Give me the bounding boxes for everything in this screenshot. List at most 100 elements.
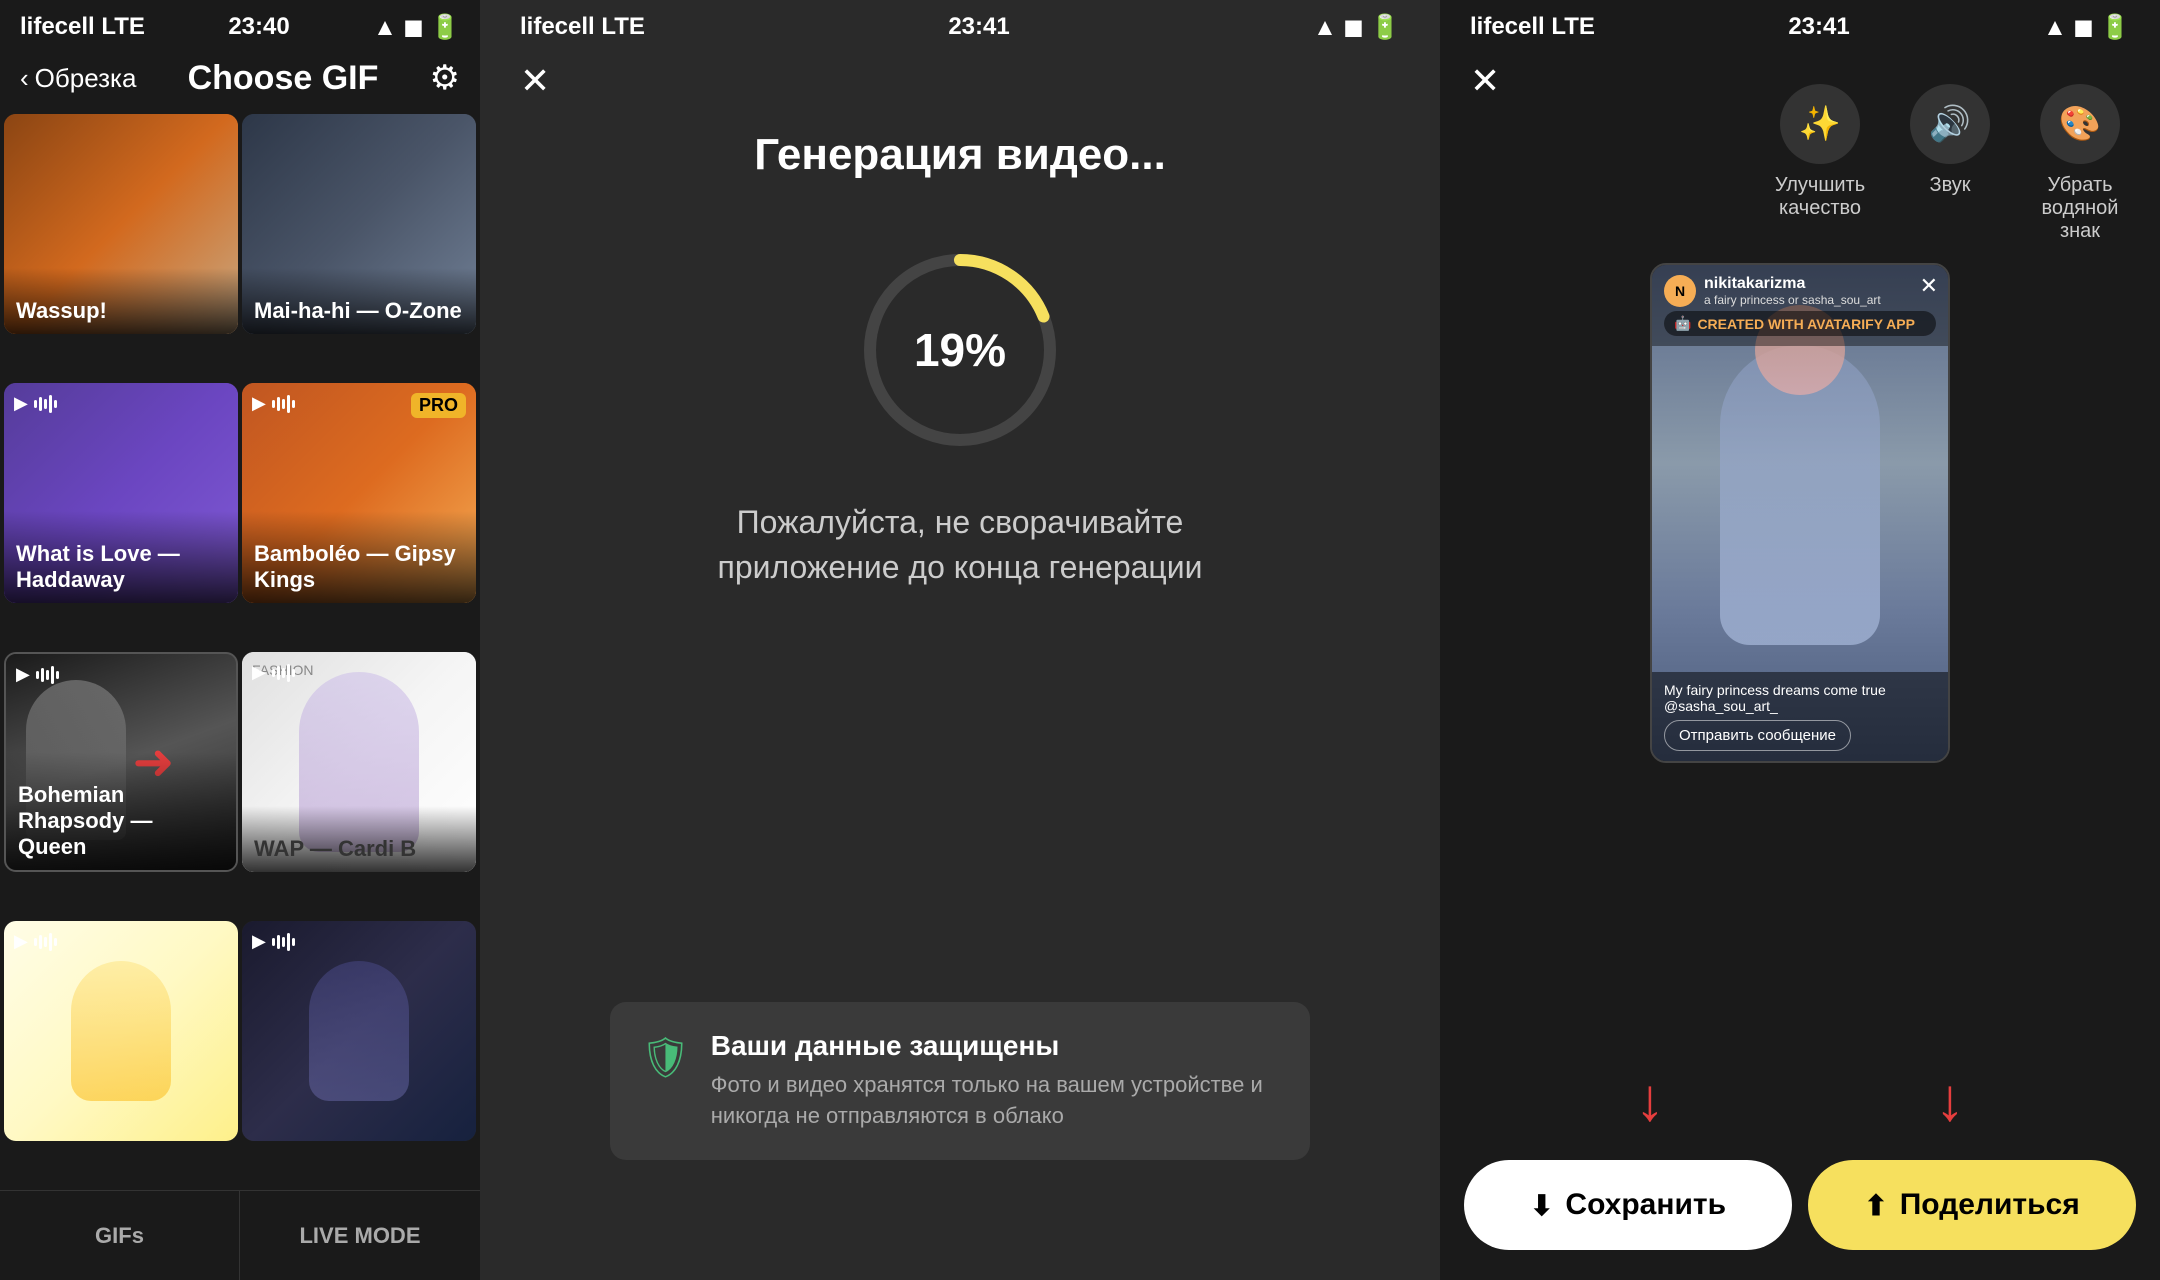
play-icon-6: ▶	[252, 931, 266, 952]
gif-item-live[interactable]: ▶	[242, 921, 476, 1141]
pro-badge: PRO	[411, 393, 466, 418]
play-icon-2: ▶	[252, 393, 266, 414]
gif-label-bohemian: Bohemian Rhapsody — Queen	[6, 752, 236, 870]
gif-item-maihahi[interactable]: Mai-ha-hi — O-Zone	[242, 114, 476, 334]
video-preview-area: N nikitakarizma a fairy princess or sash…	[1440, 253, 2160, 1055]
panel-share: lifecell LTE 23:41 ▲ ◼ 🔋 ✕ ✨ Улучшить ка…	[1440, 0, 2160, 1280]
video-card: N nikitakarizma a fairy princess or sash…	[1650, 263, 1950, 763]
save-button[interactable]: ⬇ Сохранить	[1464, 1160, 1792, 1250]
chevron-left-icon: ‹	[20, 63, 29, 94]
waveform-3	[36, 666, 59, 684]
security-body: Фото и видео хранятся только на вашем ус…	[711, 1070, 1280, 1132]
security-card: 🛡 Ваши данные защищены Фото и видео хран…	[610, 1002, 1310, 1160]
panel-generation: lifecell LTE 23:41 ▲ ◼ 🔋 ✕ Генерация вид…	[480, 0, 1440, 1280]
gif-label-bamboleo: Bamboléo — Gipsy Kings	[242, 511, 476, 603]
gif-item-bamboleo[interactable]: ▶ PRO Bamboléo — Gipsy Kings	[242, 383, 476, 603]
gif-item-gifs[interactable]: ▶	[4, 921, 238, 1141]
play-icon-4: ▶	[252, 662, 266, 683]
enhance-icon: ✨	[1780, 84, 1860, 164]
sound-label: Звук	[1929, 174, 1970, 197]
status-bar-1: lifecell LTE 23:40 ▲ ◼ 🔋	[0, 0, 480, 50]
back-button[interactable]: ‹ Обрезка	[20, 63, 136, 94]
page-title: Choose GIF	[188, 59, 379, 98]
waveform-4	[272, 664, 295, 682]
action-enhance[interactable]: ✨ Улучшить качество	[1770, 84, 1870, 243]
play-icon: ▶	[14, 393, 28, 414]
watermark-icon: 🎨	[2040, 84, 2120, 164]
waveform	[34, 395, 57, 413]
tab-gifs[interactable]: GIFs	[0, 1191, 240, 1280]
time-2: 23:41	[948, 13, 1009, 41]
watermark-label: Убрать водяной знак	[2030, 174, 2130, 243]
red-arrows: ↓ ↓	[1440, 1055, 2160, 1144]
security-title: Ваши данные защищены	[711, 1030, 1280, 1062]
play-bar-live: ▶	[252, 931, 295, 952]
user-info: N nikitakarizma a fairy princess or sash…	[1664, 275, 1936, 307]
status-bar-2: lifecell LTE 23:41 ▲ ◼ 🔋	[480, 0, 1440, 50]
send-message-button[interactable]: Отправить сообщение	[1664, 720, 1851, 751]
video-close-icon: ✕	[1920, 273, 1938, 299]
action-sound[interactable]: 🔊 Звук	[1910, 84, 1990, 243]
gif-label-whatlove: What is Love — Haddaway	[4, 511, 238, 603]
arrow-down-left: ↓	[1635, 1065, 1665, 1134]
play-bar-gifs: ▶	[14, 931, 57, 952]
save-label: Сохранить	[1565, 1188, 1726, 1222]
tab-live-mode[interactable]: LIVE MODE	[240, 1191, 480, 1280]
play-bar-wap: ▶	[252, 662, 295, 683]
waveform-2	[272, 395, 295, 413]
bottom-actions: ⬇ Сохранить ⬆ Поделиться	[1440, 1144, 2160, 1280]
panel-choose-gif: lifecell LTE 23:40 ▲ ◼ 🔋 ‹ Обрезка Choos…	[0, 0, 480, 1280]
gif-label-wassup: Wassup!	[4, 268, 238, 334]
back-label: Обрезка	[35, 63, 137, 94]
progress-percent: 19%	[914, 323, 1006, 377]
carrier-3: lifecell LTE	[1470, 13, 1595, 41]
status-bar-3: lifecell LTE 23:41 ▲ ◼ 🔋	[1440, 0, 2160, 50]
waveform-5	[34, 933, 57, 951]
gif-item-bohemian[interactable]: ▶ ➜ Bohemian Rhapsody — Queen	[4, 652, 238, 872]
generation-subtitle: Пожалуйста, не сворачивайте приложение д…	[717, 500, 1202, 590]
play-bar-bohemian: ▶	[16, 664, 59, 685]
play-icon-3: ▶	[16, 664, 30, 685]
close-button[interactable]: ✕	[520, 60, 550, 102]
gif-item-whatlove[interactable]: ▶ What is Love — Haddaway	[4, 383, 238, 603]
gif-item-wap[interactable]: FASHION ▶ WAP — Cardi B	[242, 652, 476, 872]
battery-icons-2: ▲ ◼ 🔋	[1313, 13, 1400, 42]
gif-grid: Wassup! Mai-ha-hi — O-Zone ▶ What is Lov…	[0, 110, 480, 1190]
battery-icons-3: ▲ ◼ 🔋	[2043, 13, 2130, 42]
battery-icons-1: ▲ ◼ 🔋	[373, 13, 460, 42]
shield-icon: 🛡	[640, 1034, 691, 1081]
save-icon: ⬇	[1530, 1189, 1553, 1222]
avatarify-badge: 🤖 CREATED WITH AVATARIFY APP	[1664, 311, 1936, 336]
close-button-3[interactable]: ✕	[1470, 60, 1500, 102]
play-icon-5: ▶	[14, 931, 28, 952]
gif-label-maihahi: Mai-ha-hi — O-Zone	[242, 268, 476, 334]
gif-label-wap: WAP — Cardi B	[242, 806, 476, 872]
time-1: 23:40	[228, 13, 289, 41]
enhance-label: Улучшить качество	[1770, 174, 1870, 220]
carrier-1: lifecell LTE	[20, 13, 145, 41]
nav-bar-1: ‹ Обрезка Choose GIF ⚙	[0, 50, 480, 110]
time-3: 23:41	[1788, 13, 1849, 41]
username: nikitakarizma a fairy princess or sasha_…	[1704, 275, 1881, 307]
gear-icon[interactable]: ⚙	[430, 58, 460, 98]
bottom-tabs: GIFs LIVE MODE	[0, 1190, 480, 1280]
action-watermark[interactable]: 🎨 Убрать водяной знак	[2030, 84, 2130, 243]
gif-item-wassup[interactable]: Wassup!	[4, 114, 238, 334]
sub-text: a fairy princess or sasha_sou_art	[1704, 293, 1881, 307]
avatar: N	[1664, 275, 1696, 307]
play-bar-whatlove: ▶	[14, 393, 57, 414]
carrier-2: lifecell LTE	[520, 13, 645, 41]
share-button[interactable]: ⬆ Поделиться	[1808, 1160, 2136, 1250]
video-header: N nikitakarizma a fairy princess or sash…	[1652, 265, 1948, 346]
action-icons-row: ✨ Улучшить качество 🔊 Звук 🎨 Убрать водя…	[1440, 64, 2160, 253]
video-footer: My fairy princess dreams come true @sash…	[1652, 672, 1948, 761]
waveform-6	[272, 933, 295, 951]
share-icon: ⬆	[1864, 1189, 1887, 1222]
generation-title: Генерация видео...	[754, 130, 1166, 180]
arrow-down-right: ↓	[1935, 1065, 1965, 1134]
progress-circle-container: 19%	[850, 240, 1070, 460]
share-label: Поделиться	[1900, 1188, 2080, 1222]
sound-icon: 🔊	[1910, 84, 1990, 164]
play-bar-bamboleo: ▶	[252, 393, 295, 414]
video-caption: My fairy princess dreams come true @sash…	[1664, 682, 1936, 714]
